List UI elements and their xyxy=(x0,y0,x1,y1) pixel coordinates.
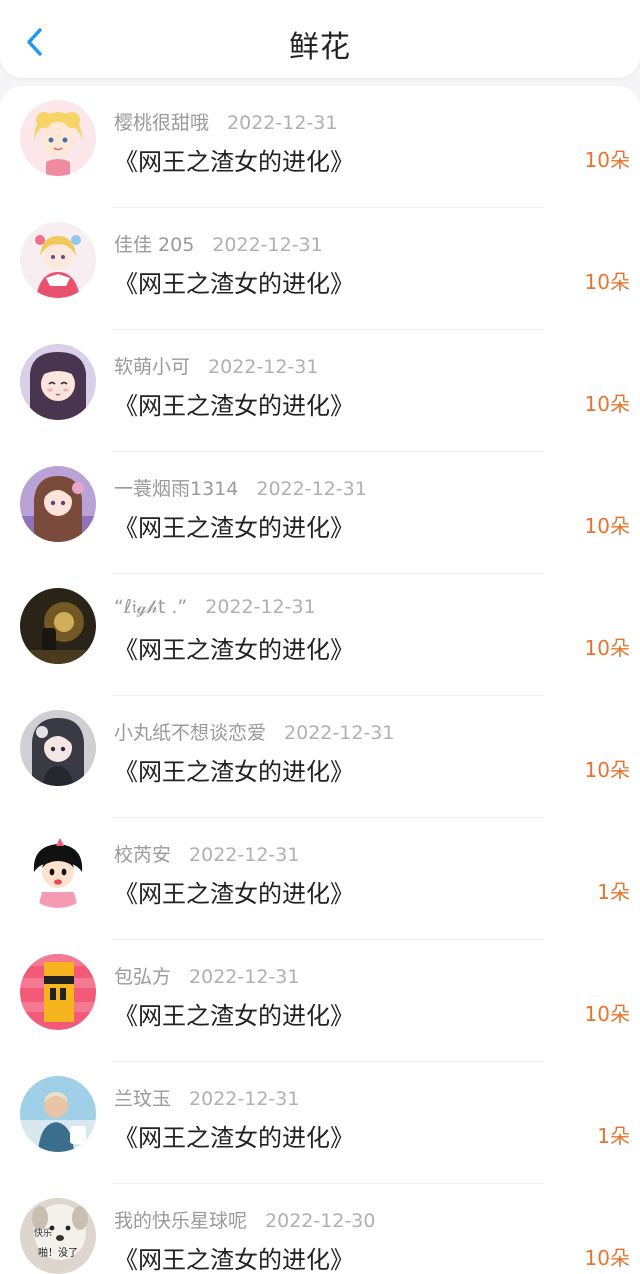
book-title[interactable]: 《网王之渣女的进化》 xyxy=(114,752,354,787)
date: 2022-12-31 xyxy=(189,844,300,866)
date: 2022-12-31 xyxy=(189,966,300,988)
flower-count: 10朵 xyxy=(584,1246,630,1270)
user-name[interactable]: 一蓑烟雨1314 xyxy=(114,478,238,500)
list-item[interactable]: “ℓ𝔦ℊ𝒽t .” 2022-12-31 《网王之渣女的进化》 10朵 xyxy=(0,574,640,696)
list-item[interactable]: 樱桃很甜哦 2022-12-31 《网王之渣女的进化》 10朵 xyxy=(0,86,640,208)
user-name[interactable]: 我的快乐星球呢 xyxy=(114,1210,247,1232)
user-name[interactable]: 包弘方 xyxy=(114,966,171,988)
avatar[interactable]: 快乐 啪！没了 xyxy=(20,1198,96,1274)
flower-count: 10朵 xyxy=(584,392,630,416)
top-bar: 鲜花 xyxy=(0,0,640,78)
list-item[interactable]: 校芮安 2022-12-31 《网王之渣女的进化》 1朵 xyxy=(0,818,640,940)
book-title[interactable]: 《网王之渣女的进化》 xyxy=(114,996,354,1031)
book-title[interactable]: 《网王之渣女的进化》 xyxy=(114,630,354,665)
list-item[interactable]: 包弘方 2022-12-31 《网王之渣女的进化》 10朵 xyxy=(0,940,640,1062)
date: 2022-12-31 xyxy=(227,112,338,134)
page-title: 鲜花 xyxy=(289,30,351,65)
avatar[interactable] xyxy=(20,954,96,1030)
avatar[interactable] xyxy=(20,466,96,542)
avatar[interactable] xyxy=(20,588,96,664)
user-name[interactable]: 小丸纸不想谈恋爱 xyxy=(114,722,266,744)
date: 2022-12-31 xyxy=(208,356,319,378)
date: 2022-12-31 xyxy=(205,596,316,618)
book-title[interactable]: 《网王之渣女的进化》 xyxy=(114,1240,354,1274)
user-name[interactable]: 樱桃很甜哦 xyxy=(114,112,209,134)
avatar[interactable] xyxy=(20,710,96,786)
user-name[interactable]: 兰玟玉 xyxy=(114,1088,171,1110)
book-title[interactable]: 《网王之渣女的进化》 xyxy=(114,508,354,543)
list-item[interactable]: 兰玟玉 2022-12-31 《网王之渣女的进化》 1朵 xyxy=(0,1062,640,1184)
flower-count: 10朵 xyxy=(584,1002,630,1026)
book-title[interactable]: 《网王之渣女的进化》 xyxy=(114,874,354,909)
avatar-text: 快乐 xyxy=(34,1227,52,1239)
user-name[interactable]: “ℓ𝔦ℊ𝒽t .” xyxy=(114,596,187,618)
date: 2022-12-31 xyxy=(284,722,395,744)
flower-count: 10朵 xyxy=(584,758,630,782)
list-item[interactable]: 软萌小可 2022-12-31 《网王之渣女的进化》 10朵 xyxy=(0,330,640,452)
book-title[interactable]: 《网王之渣女的进化》 xyxy=(114,142,354,177)
avatar[interactable] xyxy=(20,1076,96,1152)
list-item[interactable]: 佳佳 205 2022-12-31 《网王之渣女的进化》 10朵 xyxy=(0,208,640,330)
flower-list: 樱桃很甜哦 2022-12-31 《网王之渣女的进化》 10朵 佳佳 205 202… xyxy=(0,86,640,1274)
date: 2022-12-31 xyxy=(189,1088,300,1110)
avatar[interactable] xyxy=(20,100,96,176)
date: 2022-12-31 xyxy=(212,234,323,256)
avatar[interactable] xyxy=(20,832,96,908)
avatar-text: 啪！没了 xyxy=(38,1246,78,1259)
avatar[interactable] xyxy=(20,222,96,298)
flower-count: 1朵 xyxy=(597,1124,630,1148)
list-item[interactable]: 一蓑烟雨1314 2022-12-31 《网王之渣女的进化》 10朵 xyxy=(0,452,640,574)
list-item[interactable]: 快乐 啪！没了 我的快乐星球呢 2022-12-30 《网王之渣女的进化》 10朵 xyxy=(0,1184,640,1274)
avatar[interactable] xyxy=(20,344,96,420)
book-title[interactable]: 《网王之渣女的进化》 xyxy=(114,264,354,299)
flower-count: 10朵 xyxy=(584,148,630,172)
flower-count: 1朵 xyxy=(597,880,630,904)
date: 2022-12-31 xyxy=(256,478,367,500)
book-title[interactable]: 《网王之渣女的进化》 xyxy=(114,386,354,421)
flower-count: 10朵 xyxy=(584,514,630,538)
list-item[interactable]: 小丸纸不想谈恋爱 2022-12-31 《网王之渣女的进化》 10朵 xyxy=(0,696,640,818)
user-name[interactable]: 佳佳 205 xyxy=(114,234,194,256)
flower-count: 10朵 xyxy=(584,270,630,294)
flower-count: 10朵 xyxy=(584,636,630,660)
date: 2022-12-30 xyxy=(265,1210,376,1232)
book-title[interactable]: 《网王之渣女的进化》 xyxy=(114,1118,354,1153)
user-name[interactable]: 校芮安 xyxy=(114,844,171,866)
user-name[interactable]: 软萌小可 xyxy=(114,356,190,378)
